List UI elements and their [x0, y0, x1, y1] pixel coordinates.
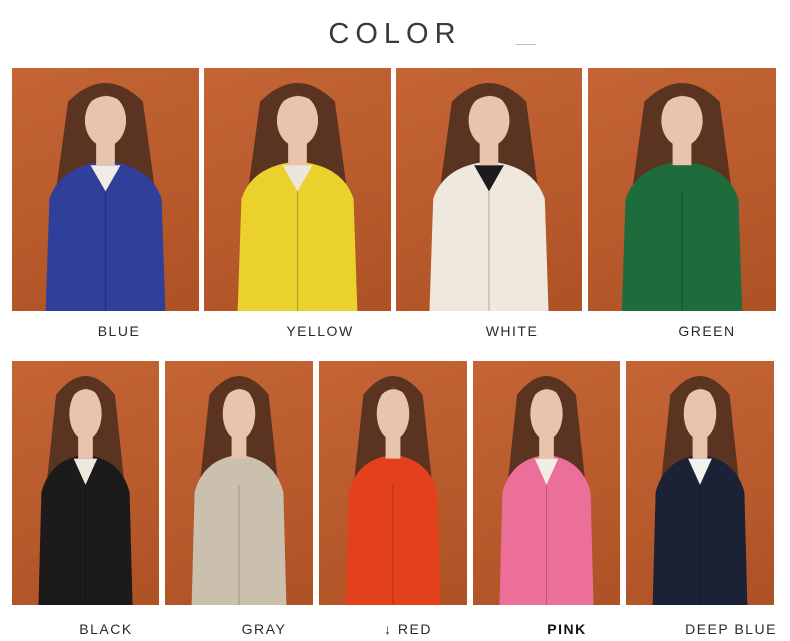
model-figure [237, 82, 358, 311]
face [530, 387, 563, 440]
model-figure [429, 82, 549, 311]
swatch-photo-green[interactable] [588, 68, 776, 311]
title-rule [516, 44, 536, 45]
face [84, 94, 127, 147]
face [69, 387, 102, 440]
color-label-blue: BLUE [97, 323, 141, 339]
face [468, 94, 510, 147]
swatch-photo-white[interactable] [396, 68, 582, 311]
swatch-photo-red[interactable] [319, 361, 467, 605]
color-label-green: GREEN [678, 323, 736, 339]
model-figure [499, 376, 594, 605]
swatch-photo-gray[interactable] [165, 361, 313, 605]
face [276, 94, 319, 147]
swatch-photo-deep-blue[interactable] [626, 361, 774, 605]
face [222, 387, 256, 440]
color-label-red: ↓ RED [384, 621, 432, 637]
face [683, 387, 717, 440]
model-figure [345, 376, 441, 605]
face [661, 94, 703, 147]
swatch-photo-yellow[interactable] [204, 68, 391, 311]
swatch-photo-black[interactable] [12, 361, 159, 605]
swatch-photo-blue[interactable] [12, 68, 199, 311]
model-figure [45, 82, 166, 311]
color-label-deep-blue: DEEP BLUE [685, 621, 777, 637]
model-figure [38, 376, 133, 605]
model-figure [652, 376, 748, 605]
swatch-photo-pink[interactable] [473, 361, 620, 605]
page-title: COLOR [328, 18, 462, 50]
model-figure [621, 82, 743, 311]
face [376, 387, 410, 440]
model-figure [191, 376, 287, 605]
